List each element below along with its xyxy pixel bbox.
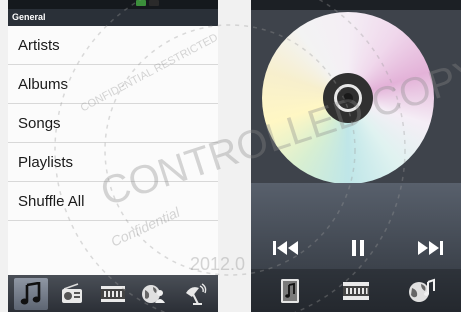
menu-item-playlists[interactable]: Playlists [8,143,218,182]
satellite-dish-icon [186,282,207,305]
cd-disc-icon [262,12,434,183]
library-menu: Artists Albums Songs Playlists Shuffle A… [8,26,218,221]
cd-hub [323,73,373,123]
menu-item-shuffle-all[interactable]: Shuffle All [8,182,218,221]
pause-icon [352,240,364,256]
next-button[interactable] [415,236,445,260]
next-icon [418,241,443,255]
tab-podcast[interactable] [178,278,212,310]
tab-online-music[interactable] [404,274,440,308]
status-indicator-icon [149,0,159,6]
pause-button[interactable] [343,236,373,260]
tab-video[interactable] [96,278,130,310]
now-playing-screen [251,0,461,312]
film-icon [343,281,369,300]
menu-item-albums[interactable]: Albums [8,65,218,104]
menu-item-songs[interactable]: Songs [8,104,218,143]
globe-people-icon [142,284,166,303]
tab-video[interactable] [338,274,374,308]
library-screen: General Artists Albums Songs Playlists S… [8,0,218,312]
album-art [251,0,461,183]
transport-controls [251,236,461,260]
radio-icon [61,282,82,303]
status-bar [8,0,218,9]
tab-music[interactable] [13,277,48,310]
film-icon [100,285,125,302]
globe-note-icon [409,278,435,302]
section-header: General [8,9,218,26]
tab-online[interactable] [137,278,171,310]
tab-radio[interactable] [55,278,89,310]
music-library-icon [281,278,299,303]
previous-icon [273,241,298,255]
menu-item-artists[interactable]: Artists [8,26,218,65]
bottom-tab-bar [8,275,218,312]
music-note-icon [20,281,40,304]
tab-music-library[interactable] [272,274,308,308]
status-bar [251,0,461,10]
status-indicator-icon [136,0,146,6]
previous-button[interactable] [271,236,301,260]
cd-hole [343,93,353,103]
playback-controls-panel [251,183,461,269]
bottom-tab-bar [251,269,461,312]
